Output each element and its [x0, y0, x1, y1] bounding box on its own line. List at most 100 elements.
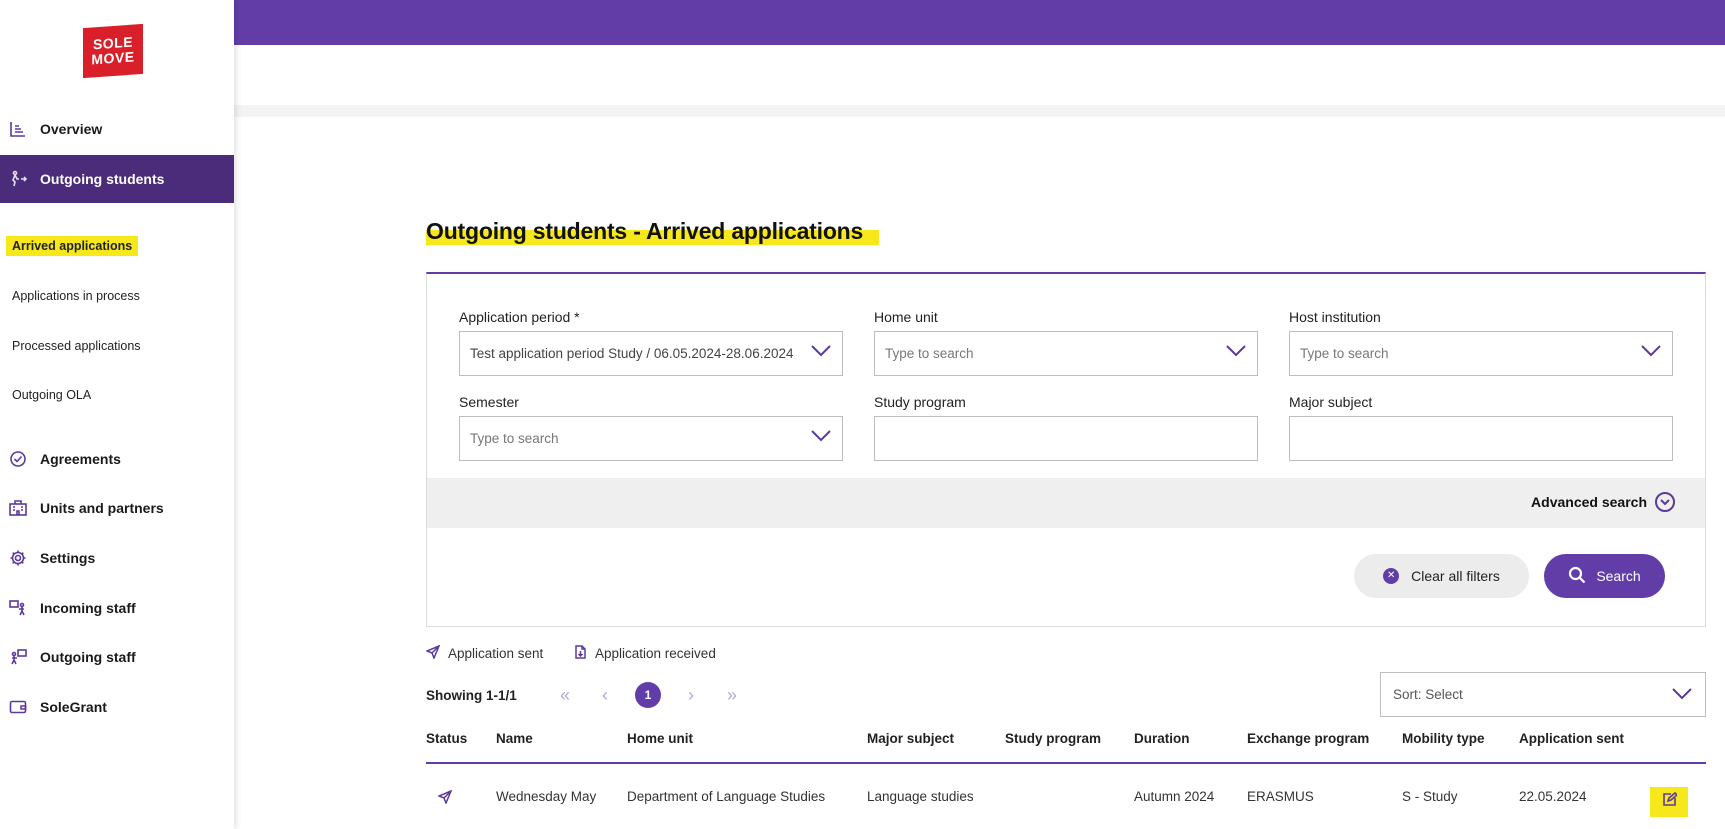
person-board-icon — [0, 599, 40, 617]
advanced-search-bar: Advanced search — [427, 478, 1705, 528]
major-subject-input[interactable] — [1289, 416, 1673, 461]
home-unit-placeholder: Type to search — [885, 346, 974, 361]
table-cell-name[interactable]: Wednesday May — [496, 789, 596, 804]
column-header-mobility-type[interactable]: Mobility type — [1402, 731, 1485, 746]
semester-field: Semester Type to search — [459, 394, 843, 461]
column-header-application-sent[interactable]: Application sent — [1519, 731, 1624, 746]
page-number-button[interactable]: 1 — [635, 682, 661, 708]
filter-panel: Application period * Test application pe… — [426, 272, 1706, 627]
sort-label: Sort: Select — [1393, 687, 1463, 702]
close-icon: ✕ — [1383, 568, 1400, 584]
previous-page-icon[interactable]: ‹ — [592, 682, 618, 708]
chevron-down-icon[interactable] — [810, 344, 832, 358]
column-header-status[interactable]: Status — [426, 731, 467, 746]
sidebar-item-settings[interactable]: Settings — [0, 534, 234, 582]
table-header-divider — [426, 762, 1706, 764]
gear-icon — [0, 549, 40, 567]
application-period-field: Application period * Test application pe… — [459, 309, 843, 376]
check-circle-icon — [0, 450, 40, 468]
next-page-icon[interactable]: › — [678, 682, 704, 708]
clear-all-filters-button[interactable]: ✕ Clear all filters — [1354, 554, 1529, 598]
header-divider — [234, 105, 1725, 117]
table-cell-home-unit: Department of Language Studies — [627, 789, 826, 804]
sidebar-subitem-processed-applications[interactable]: Processed applications — [6, 336, 147, 356]
field-label: Host institution — [1289, 309, 1381, 325]
sidebar-item-label: Units and partners — [40, 500, 164, 516]
sidebar-item-solegrant[interactable]: SoleGrant — [0, 683, 234, 731]
advanced-search-label: Advanced search — [1531, 494, 1647, 510]
clear-all-filters-label: Clear all filters — [1411, 568, 1500, 584]
column-header-duration[interactable]: Duration — [1134, 731, 1190, 746]
table-cell-major-subject: Language studies — [867, 789, 974, 804]
page-title: Outgoing students - Arrived applications — [426, 218, 880, 245]
study-program-input[interactable] — [874, 416, 1258, 461]
host-institution-field: Host institution Type to search — [1289, 309, 1673, 376]
sidebar: SOLE MOVE Overview Outgoing students Arr… — [0, 0, 234, 829]
table-cell-mobility-type: S - Study — [1402, 789, 1458, 804]
edit-button[interactable] — [1650, 787, 1688, 817]
sidebar-subitem-arrived-applications[interactable]: Arrived applications — [6, 236, 139, 256]
walking-arrow-icon — [0, 170, 40, 188]
sidebar-item-agreements[interactable]: Agreements — [0, 435, 234, 483]
field-label: Major subject — [1289, 394, 1373, 410]
application-period-select[interactable]: Test application period Study / 06.05.20… — [459, 331, 843, 376]
field-label: Application period * — [459, 309, 580, 325]
person-board-icon — [0, 648, 40, 666]
application-period-value: Test application period Study / 06.05.20… — [470, 346, 794, 361]
chart-icon — [0, 120, 40, 138]
sidebar-item-label: Outgoing students — [40, 171, 165, 187]
edit-icon — [1662, 791, 1678, 812]
building-icon — [0, 499, 40, 517]
advanced-search-toggle[interactable]: Advanced search — [1531, 492, 1675, 512]
column-header-name[interactable]: Name — [496, 731, 533, 746]
legend-application-received: Application received — [573, 645, 716, 662]
column-header-major-subject[interactable]: Major subject — [867, 731, 954, 746]
sidebar-item-label: Settings — [40, 550, 96, 566]
app-root: SOLE MOVE Overview Outgoing students Arr… — [0, 0, 1725, 829]
search-button[interactable]: Search — [1544, 554, 1665, 598]
sidebar-item-label: Overview — [40, 121, 103, 137]
sidebar-item-incoming-staff[interactable]: Incoming staff — [0, 584, 234, 632]
legend-application-sent: Application sent — [425, 644, 544, 662]
study-program-field: Study program — [874, 394, 1258, 461]
semester-placeholder: Type to search — [470, 431, 559, 446]
results-count: Showing 1-1/1 — [426, 688, 517, 703]
home-unit-input[interactable]: Type to search — [874, 331, 1258, 376]
sidebar-subitem-outgoing-ola[interactable]: Outgoing OLA — [6, 385, 97, 405]
column-header-home-unit[interactable]: Home unit — [627, 731, 693, 746]
logo-text-line2: MOVE — [91, 48, 135, 68]
major-subject-field: Major subject — [1289, 394, 1673, 461]
sidebar-item-outgoing-students[interactable]: Outgoing students — [0, 155, 234, 203]
solemove-logo[interactable]: SOLE MOVE — [83, 23, 143, 79]
first-page-icon[interactable]: « — [552, 682, 578, 708]
sort-select[interactable]: Sort: Select — [1380, 672, 1706, 717]
chevron-down-icon — [1655, 492, 1675, 512]
legend-label: Application sent — [448, 646, 544, 661]
sidebar-item-units-and-partners[interactable]: Units and partners — [0, 484, 234, 532]
wallet-icon — [0, 698, 40, 716]
chevron-down-icon[interactable] — [810, 429, 832, 443]
field-label: Semester — [459, 394, 519, 410]
chevron-down-icon — [1671, 687, 1693, 704]
column-header-exchange-program[interactable]: Exchange program — [1247, 731, 1369, 746]
sidebar-item-label: Incoming staff — [40, 600, 136, 616]
chevron-down-icon[interactable] — [1225, 344, 1247, 358]
sub-header-bar — [234, 45, 1725, 105]
sidebar-subitem-applications-in-process[interactable]: Applications in process — [6, 286, 146, 306]
last-page-icon[interactable]: » — [719, 682, 745, 708]
paper-plane-icon — [425, 644, 441, 662]
sidebar-item-label: Agreements — [40, 451, 121, 467]
field-label: Study program — [874, 394, 966, 410]
sidebar-item-label: Outgoing staff — [40, 649, 136, 665]
column-header-study-program[interactable]: Study program — [1005, 731, 1101, 746]
host-institution-input[interactable]: Type to search — [1289, 331, 1673, 376]
sidebar-item-outgoing-staff[interactable]: Outgoing staff — [0, 633, 234, 681]
sidebar-item-overview[interactable]: Overview — [0, 105, 234, 153]
search-icon — [1568, 566, 1586, 587]
host-institution-placeholder: Type to search — [1300, 346, 1389, 361]
table-cell-application-sent: 22.05.2024 — [1519, 789, 1587, 804]
semester-input[interactable]: Type to search — [459, 416, 843, 461]
chevron-down-icon[interactable] — [1640, 344, 1662, 358]
home-unit-field: Home unit Type to search — [874, 309, 1258, 376]
table-cell-exchange-program: ERASMUS — [1247, 789, 1314, 804]
